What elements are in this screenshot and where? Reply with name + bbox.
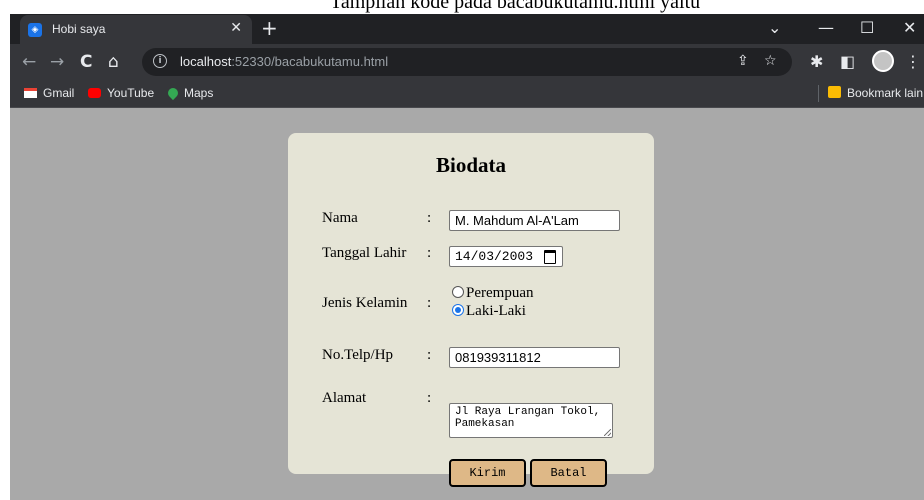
bookmarks-bar: Gmail YouTube Maps Bookmark lain <box>10 80 924 108</box>
side-panel-icon[interactable]: ◧ <box>840 52 855 71</box>
maps-icon <box>165 85 181 101</box>
profile-avatar[interactable] <box>872 50 894 72</box>
radio-laki-laki-button[interactable] <box>452 304 464 316</box>
alamat-line-1: Jl Raya Lrangan Tokol, <box>455 406 601 418</box>
minimize-icon[interactable]: — <box>818 18 834 37</box>
resize-handle[interactable] <box>604 429 611 436</box>
site-info-icon[interactable]: i <box>153 54 167 68</box>
back-icon[interactable]: ← <box>22 52 36 72</box>
kirim-button[interactable]: Kirim <box>449 459 526 487</box>
biodata-form-card: Biodata Nama : M. Mahdum Al-A'Lam Tangga… <box>288 133 654 487</box>
maximize-icon[interactable]: ☐ <box>860 18 874 37</box>
telp-input[interactable]: 081939311812 <box>449 347 620 368</box>
document-text-strip: Tampilan kode pada bacabukutamu.html yai… <box>0 0 924 14</box>
share-icon[interactable]: ⇪ <box>737 53 749 69</box>
bookmark-other[interactable]: Bookmark lain <box>828 86 923 100</box>
jenis-kelamin-label: Jenis Kelamin <box>322 295 408 311</box>
colon: : <box>427 245 432 261</box>
tab-bar: ◈ Hobi saya ✕ + ⌄ — ☐ ✕ <box>10 14 924 44</box>
colon: : <box>427 347 432 363</box>
alamat-label: Alamat <box>322 390 367 406</box>
url-path: :52330/bacabukutamu.html <box>231 54 389 69</box>
radio-laki-laki[interactable]: Laki-Laki <box>452 303 526 320</box>
browser-window: ◈ Hobi saya ✕ + ⌄ — ☐ ✕ ← → C ⌂ i localh… <box>10 14 924 500</box>
extensions-icon[interactable]: ✱ <box>810 52 823 71</box>
page-viewport: Biodata Nama : M. Mahdum Al-A'Lam Tangga… <box>10 108 924 500</box>
nama-label: Nama <box>322 210 358 226</box>
bookmark-youtube[interactable]: YouTube <box>88 86 154 100</box>
browser-toolbar: ← → C ⌂ i localhost:52330/bacabukutamu.h… <box>10 44 924 80</box>
bookmark-separator <box>818 85 819 102</box>
cutoff-text: Tampilan kode pada bacabukutamu.html yai… <box>330 0 701 13</box>
tab-title: Hobi saya <box>52 22 106 36</box>
reload-icon[interactable]: C <box>80 52 92 72</box>
window-close-icon[interactable]: ✕ <box>903 18 916 37</box>
bookmark-maps[interactable]: Maps <box>165 85 213 101</box>
new-tab-icon[interactable]: + <box>261 16 278 40</box>
colon: : <box>427 390 432 406</box>
tab-search-icon[interactable]: ⌄ <box>768 18 781 37</box>
menu-icon[interactable]: ⋮ <box>905 52 921 71</box>
url-host: localhost <box>180 54 232 69</box>
tanggal-lahir-input[interactable]: 14/03/2003 <box>449 246 563 267</box>
gmail-icon <box>24 88 37 98</box>
alamat-line-2: Pamekasan <box>455 418 515 430</box>
tanggal-lahir-label: Tanggal Lahir <box>322 245 407 261</box>
bookmark-gmail[interactable]: Gmail <box>24 86 74 100</box>
date-value: 14/03/2003 <box>455 249 534 264</box>
folder-icon <box>828 86 841 98</box>
home-icon[interactable]: ⌂ <box>108 52 119 72</box>
favicon-icon: ◈ <box>28 23 42 37</box>
colon: : <box>427 295 432 311</box>
nama-input[interactable]: M. Mahdum Al-A'Lam <box>449 210 620 231</box>
radio-laki-laki-label: Laki-Laki <box>466 303 526 319</box>
youtube-icon <box>88 88 101 98</box>
calendar-icon[interactable] <box>544 250 556 264</box>
alamat-textarea[interactable]: Jl Raya Lrangan Tokol, Pamekasan <box>449 403 613 438</box>
colon: : <box>427 210 432 226</box>
telp-label: No.Telp/Hp <box>322 347 394 363</box>
radio-perempuan[interactable]: Perempuan <box>452 285 533 302</box>
tab-close-icon[interactable]: ✕ <box>230 20 242 36</box>
radio-perempuan-label: Perempuan <box>466 285 534 301</box>
forward-icon[interactable]: → <box>50 52 64 72</box>
form-title: Biodata <box>435 153 506 177</box>
address-bar[interactable]: i localhost:52330/bacabukutamu.html ⇪ ☆ <box>142 48 792 76</box>
batal-button[interactable]: Batal <box>530 459 607 487</box>
bookmark-star-icon[interactable]: ☆ <box>764 53 777 69</box>
tab-active[interactable]: ◈ Hobi saya ✕ <box>20 15 252 44</box>
radio-perempuan-button[interactable] <box>452 286 464 298</box>
url-text[interactable]: localhost:52330/bacabukutamu.html <box>180 54 388 69</box>
